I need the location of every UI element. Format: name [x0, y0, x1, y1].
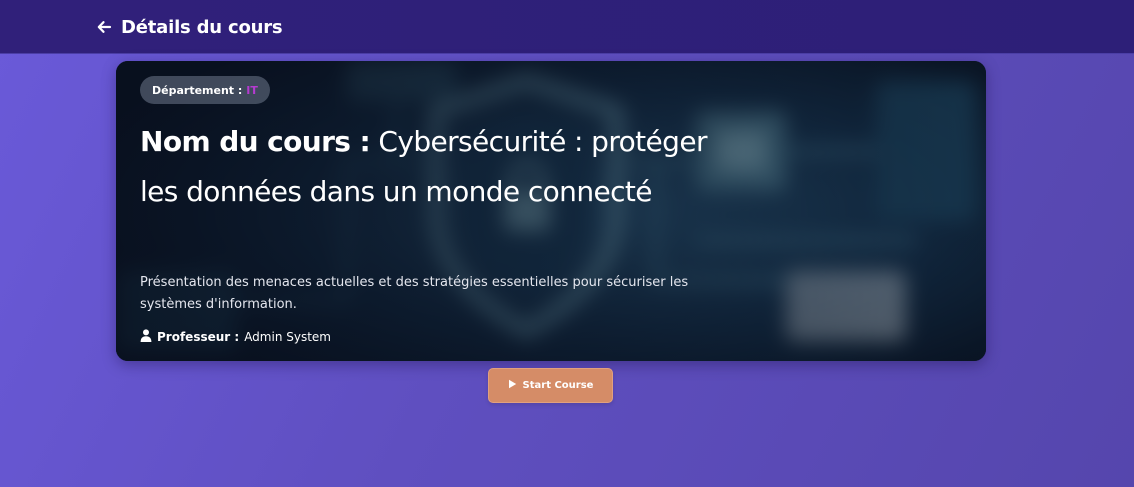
start-course-button[interactable]: Start Course [488, 368, 613, 403]
back-button[interactable]: Détails du cours [96, 14, 283, 40]
user-icon [140, 329, 152, 345]
page-title: Détails du cours [121, 16, 283, 38]
play-icon [508, 379, 517, 392]
department-value: IT [246, 83, 258, 97]
course-hero-card: Département : IT Nom du cours : Cyberséc… [116, 61, 986, 361]
professor-label: Professeur : [157, 330, 240, 344]
top-header-bar: Détails du cours [0, 0, 1134, 54]
professor-row: Professeur : Admin System [140, 327, 331, 347]
course-title-label: Nom du cours : [140, 125, 371, 158]
course-title: Nom du cours : Cybersécurité : protéger … [140, 117, 740, 217]
professor-name: Admin System [244, 330, 331, 344]
start-course-label: Start Course [522, 380, 594, 391]
department-label: Département : [152, 83, 243, 97]
course-description: Présentation des menaces actuelles et de… [140, 275, 689, 312]
department-badge: Département : IT [140, 76, 270, 104]
arrow-left-icon [96, 19, 112, 35]
